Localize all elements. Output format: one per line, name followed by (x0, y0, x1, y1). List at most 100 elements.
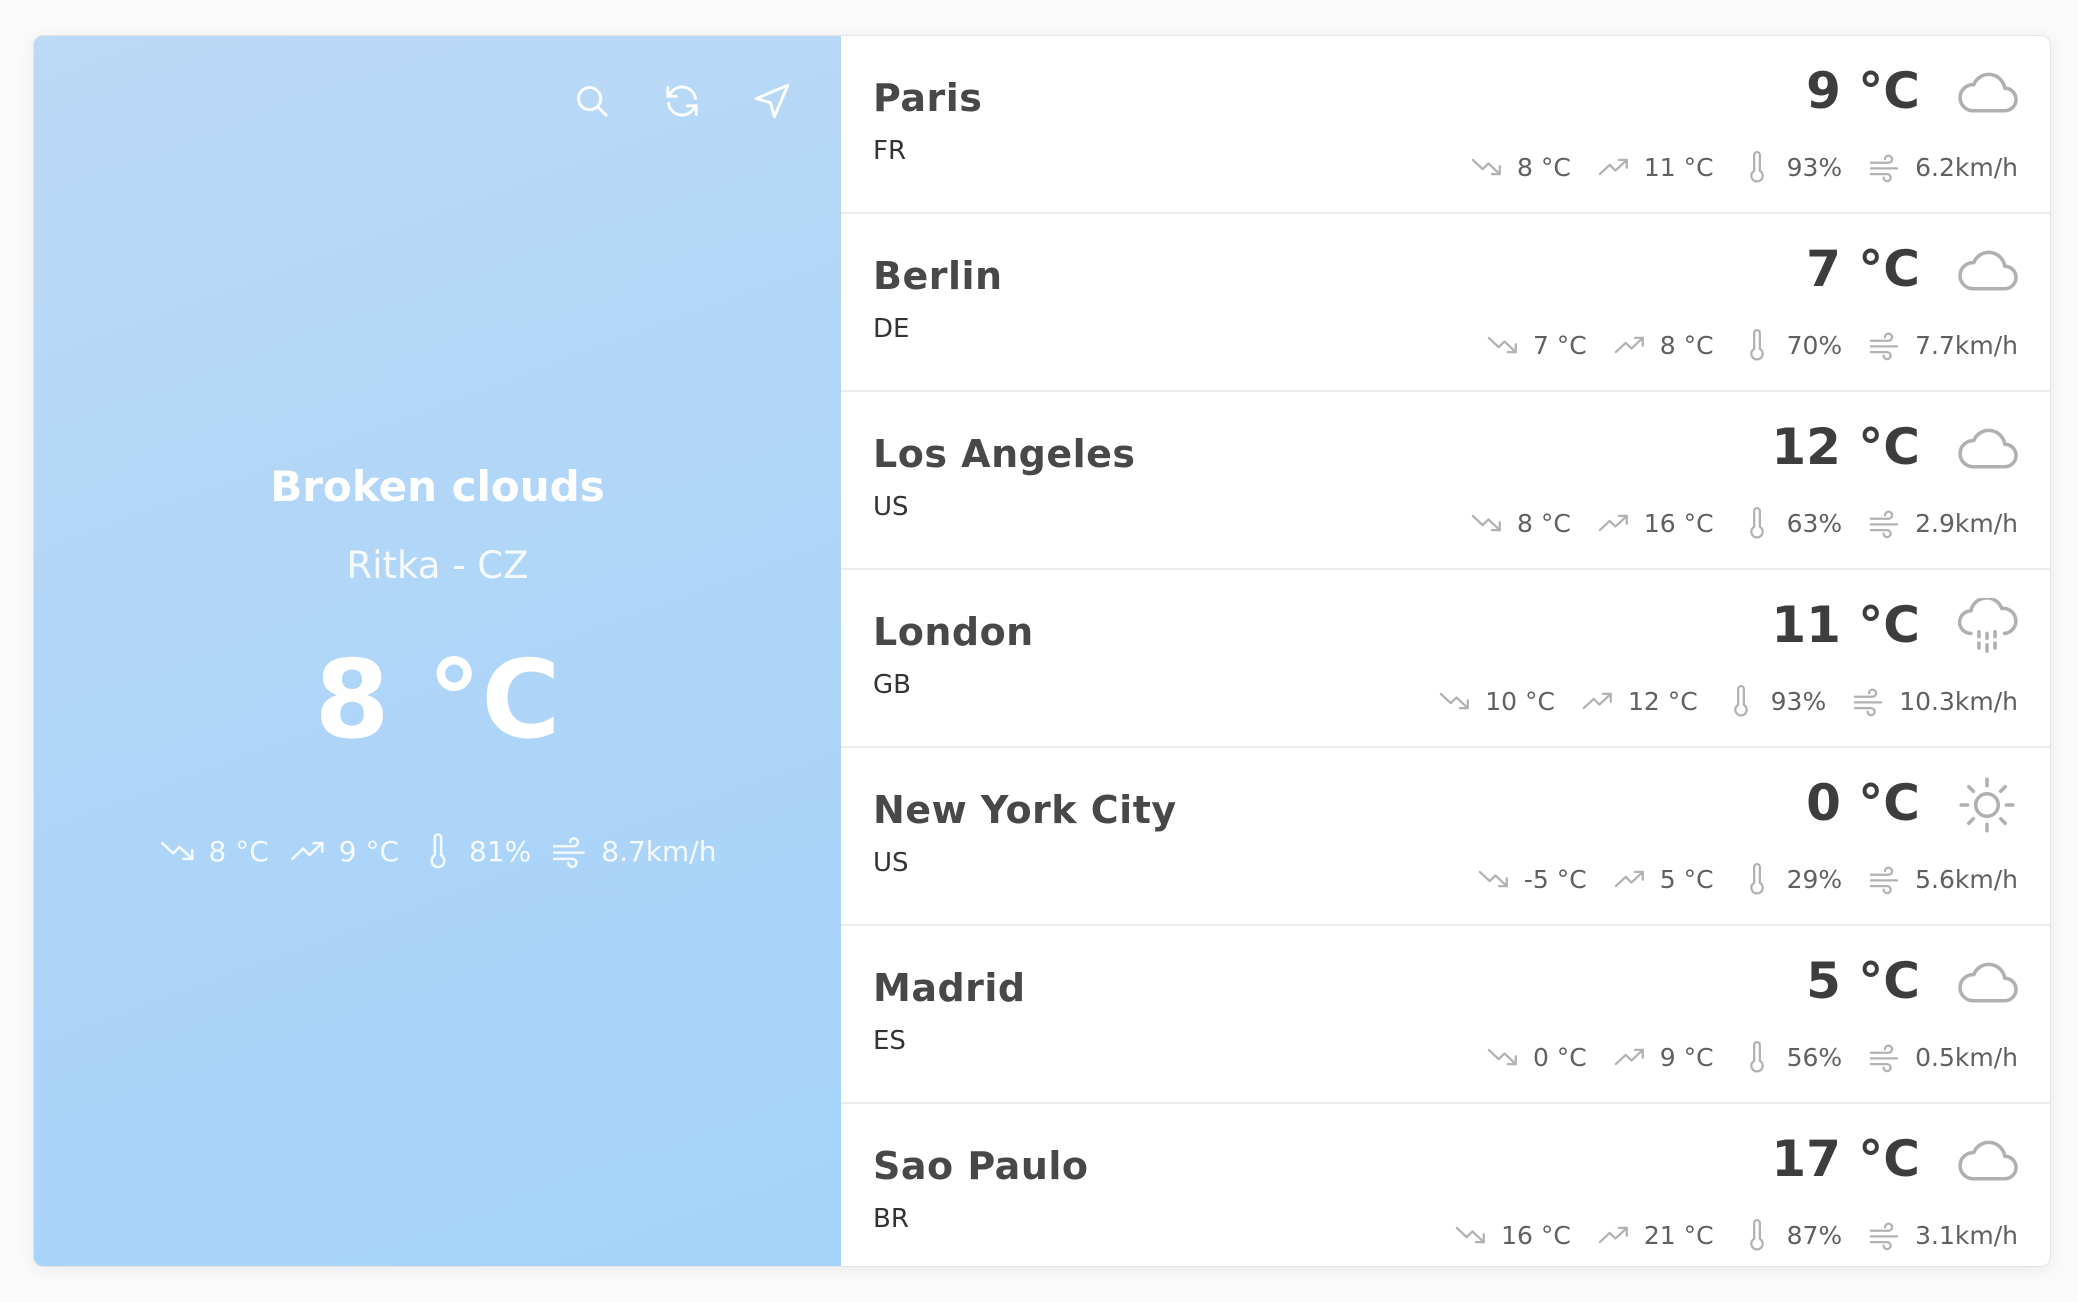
trend-down-icon (1471, 514, 1501, 532)
current-temperature: 8 °C (314, 638, 561, 763)
city-row[interactable]: London GB 11 °C 10 °C 12 °C 93% 10.3km/h (841, 570, 2050, 748)
city-name: London (873, 610, 1034, 654)
country-code: ES (873, 1026, 906, 1056)
humidity: 81% (469, 834, 532, 868)
stat-max: 21 °C (1597, 1218, 1714, 1252)
wind-speed: 3.1km/h (1915, 1220, 2018, 1250)
wind-icon (553, 837, 586, 869)
wind-speed: 0.5km/h (1915, 1042, 2018, 1072)
locate-button[interactable] (753, 82, 791, 120)
toolbar (573, 82, 791, 120)
min-temp: 10 °C (1485, 686, 1555, 716)
stat-humidity: 70% (1740, 328, 1842, 362)
city-name: New York City (873, 788, 1177, 832)
country-code: US (873, 848, 909, 878)
wind-icon (1853, 688, 1883, 717)
city-row[interactable]: Madrid ES 5 °C 0 °C 9 °C 56% 0.5km/h (841, 926, 2050, 1104)
stat-humidity: 63% (1740, 506, 1843, 540)
stat-max: 16 °C (1597, 506, 1714, 540)
thermometer-icon (1749, 507, 1764, 539)
search-button[interactable] (573, 82, 611, 120)
city-row[interactable]: Paris FR 9 °C 8 °C 11 °C 93% 6.2km/h (841, 36, 2050, 214)
max-temp: 9 °C (1659, 1042, 1714, 1072)
stat-max: 9 °C (1613, 1040, 1714, 1074)
stat-min: 8 °C (159, 832, 269, 870)
min-temp: 8 °C (1517, 152, 1571, 182)
stat-max: 9 °C (289, 832, 399, 870)
current-location: Ritka - CZ (346, 544, 529, 587)
wind-icon (1869, 154, 1899, 183)
stat-humidity: 81% (419, 832, 531, 870)
cloud-icon (1954, 64, 2020, 122)
cloud-icon (1954, 954, 2020, 1012)
city-stats: -5 °C 5 °C 29% 5.6km/h (1477, 862, 2018, 896)
cloud-icon (1954, 1132, 2020, 1190)
stat-min: 16 °C (1454, 1218, 1571, 1252)
city-stats: 7 °C 8 °C 70% 7.7km/h (1486, 328, 2018, 362)
city-name: Sao Paulo (873, 1144, 1089, 1188)
city-list: Paris FR 9 °C 8 °C 11 °C 93% 6.2km/h Berlin DE 7 … (841, 36, 2050, 1266)
wind-speed: 10.3km/h (1899, 686, 2018, 716)
thermometer-icon (1749, 151, 1764, 183)
city-row[interactable]: Sao Paulo BR 17 °C 16 °C 21 °C 87% 3.1km/h (841, 1104, 2050, 1266)
weather-description: Broken clouds (270, 462, 605, 511)
refresh-button[interactable] (663, 82, 701, 120)
country-code: BR (873, 1204, 909, 1234)
humidity: 87% (1786, 1220, 1843, 1250)
country-code: US (873, 492, 909, 522)
city-temperature: 12 °C (1771, 418, 1920, 476)
trend-down-icon (1487, 336, 1517, 354)
humidity: 56% (1786, 1042, 1843, 1072)
max-temp: 11 °C (1643, 152, 1714, 182)
stat-wind: 10.3km/h (1852, 684, 2018, 718)
trend-down-icon (1478, 870, 1508, 888)
weather-app: Broken clouds Ritka - CZ 8 °C 8 °C 9 °C … (33, 35, 2051, 1267)
thermometer-icon (1749, 1219, 1764, 1251)
current-weather-panel: Broken clouds Ritka - CZ 8 °C 8 °C 9 °C … (34, 36, 841, 1266)
trend-up-icon (1598, 514, 1628, 532)
city-name: Los Angeles (873, 432, 1136, 476)
humidity: 63% (1786, 508, 1843, 538)
thermometer-icon (430, 833, 446, 869)
wind-icon (1869, 332, 1899, 361)
trend-down-icon (1471, 158, 1501, 176)
rain-icon (1954, 598, 2020, 656)
trend-down-icon (1439, 692, 1470, 710)
city-row[interactable]: Los Angeles US 12 °C 8 °C 16 °C 63% 2.9km/h (841, 392, 2050, 570)
city-temperature: 0 °C (1806, 774, 1920, 832)
min-temp: 7 °C (1532, 330, 1587, 360)
wind-speed: 8.7km/h (601, 834, 717, 868)
refresh-icon (666, 85, 698, 117)
city-row[interactable]: New York City US 0 °C -5 °C 5 °C 29% 5.6km/h (841, 748, 2050, 926)
stat-wind: 8.7km/h (551, 832, 716, 870)
cloud-icon (1954, 420, 2020, 478)
wind-icon (1869, 1044, 1899, 1073)
stat-min: 10 °C (1438, 684, 1555, 718)
trend-down-icon (1455, 1226, 1486, 1244)
wind-icon (1869, 866, 1899, 895)
stat-max: 8 °C (1613, 328, 1714, 362)
stat-humidity: 29% (1740, 862, 1843, 896)
thermometer-icon (1749, 329, 1764, 361)
wind-speed: 6.2km/h (1915, 152, 2018, 182)
max-temp: 8 °C (1659, 330, 1714, 360)
min-temp: 0 °C (1532, 1042, 1587, 1072)
stat-min: -5 °C (1477, 862, 1587, 896)
stat-humidity: 87% (1740, 1218, 1843, 1252)
stat-humidity: 56% (1740, 1040, 1843, 1074)
location-arrow-icon (754, 83, 790, 119)
humidity: 29% (1786, 864, 1843, 894)
city-stats: 16 °C 21 °C 87% 3.1km/h (1454, 1218, 2018, 1252)
stat-wind: 0.5km/h (1868, 1040, 2018, 1074)
stat-max: 11 °C (1597, 150, 1714, 184)
country-code: DE (873, 314, 910, 344)
stat-max: 12 °C (1581, 684, 1698, 718)
max-temp: 21 °C (1643, 1220, 1714, 1250)
trend-up-icon (1598, 1226, 1628, 1244)
wind-speed: 5.6km/h (1915, 864, 2018, 894)
city-name: Berlin (873, 254, 1003, 298)
city-row[interactable]: Berlin DE 7 °C 7 °C 8 °C 70% 7.7km/h (841, 214, 2050, 392)
wind-speed: 2.9km/h (1915, 508, 2018, 538)
trend-up-icon (1614, 336, 1644, 354)
stat-max: 5 °C (1613, 862, 1714, 896)
